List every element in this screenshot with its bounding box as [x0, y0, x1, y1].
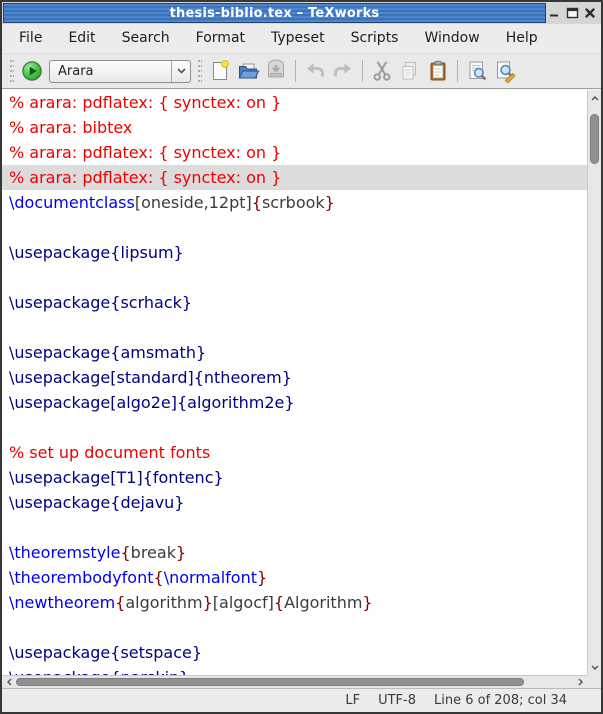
typeset-engine-value: Arara: [50, 64, 171, 79]
save-button[interactable]: [262, 57, 290, 85]
code-line[interactable]: \documentclass[oneside,12pt]{scrbook}: [2, 190, 587, 215]
menubar: File Edit Search Format Typeset Scripts …: [2, 24, 601, 54]
find-replace-button[interactable]: [491, 57, 519, 85]
toolbar-separator: [295, 60, 296, 82]
open-folder-icon: [236, 59, 260, 83]
typeset-play-icon: [21, 60, 43, 82]
code-line[interactable]: [2, 415, 587, 440]
code-line[interactable]: \usepackage{parskip}: [2, 665, 587, 675]
code-line[interactable]: \usepackage{scrhack}: [2, 290, 587, 315]
statusbar: LF UTF-8 Line 6 of 208; col 34: [2, 688, 601, 712]
code-line[interactable]: \usepackage[T1]{fontenc}: [2, 465, 587, 490]
code-line[interactable]: % set up document fonts: [2, 440, 587, 465]
toolbar-separator: [362, 60, 363, 82]
typeset-button[interactable]: [18, 57, 46, 85]
find-replace-icon: [493, 59, 517, 83]
copy-button[interactable]: [396, 57, 424, 85]
menu-typeset[interactable]: Typeset: [258, 24, 338, 53]
code-line[interactable]: \theoremstyle{break}: [2, 540, 587, 565]
horizontal-scrollbar-thumb[interactable]: [16, 678, 524, 686]
code-line[interactable]: [2, 615, 587, 640]
maximize-icon: [566, 7, 579, 19]
encoding-indicator: UTF-8: [378, 693, 416, 708]
texworks-window: thesis-biblio.tex – TeXworks File Edit S…: [0, 0, 603, 714]
typeset-engine-select[interactable]: Arara: [49, 60, 191, 83]
save-icon: [264, 59, 288, 83]
code-line[interactable]: [2, 315, 587, 340]
open-button[interactable]: [234, 57, 262, 85]
maximize-button[interactable]: [564, 5, 580, 21]
menu-scripts[interactable]: Scripts: [338, 24, 412, 53]
menu-edit[interactable]: Edit: [55, 24, 108, 53]
undo-button[interactable]: [301, 57, 329, 85]
vertical-scrollbar[interactable]: [587, 90, 601, 675]
scroll-right-icon[interactable]: [574, 676, 586, 688]
toolbar: Arara: [2, 54, 601, 89]
code-line[interactable]: [2, 515, 587, 540]
menu-search[interactable]: Search: [109, 24, 183, 53]
titlebar[interactable]: thesis-biblio.tex – TeXworks: [2, 2, 601, 24]
close-button[interactable]: [582, 5, 598, 21]
redo-button[interactable]: [329, 57, 357, 85]
scroll-left-icon[interactable]: [3, 676, 15, 688]
combo-arrow[interactable]: [171, 61, 190, 82]
find-button[interactable]: [463, 57, 491, 85]
cut-button[interactable]: [368, 57, 396, 85]
toolbar-drag-handle-2[interactable]: [198, 60, 202, 82]
editor-pane: % arara: pdflatex: { synctex: on }% arar…: [2, 89, 601, 688]
paste-button[interactable]: [424, 57, 452, 85]
scrollbar-corner: [587, 675, 601, 688]
menu-window[interactable]: Window: [411, 24, 492, 53]
code-line[interactable]: % arara: pdflatex: { synctex: on }: [2, 165, 587, 190]
menu-file[interactable]: File: [6, 24, 55, 53]
code-line[interactable]: \usepackage{dejavu}: [2, 490, 587, 515]
code-line[interactable]: \usepackage{amsmath}: [2, 340, 587, 365]
undo-icon: [303, 59, 327, 83]
code-line[interactable]: \newtheorem{algorithm}[algocf]{Algorithm…: [2, 590, 587, 615]
scroll-down-icon[interactable]: [588, 661, 601, 673]
cut-icon: [370, 59, 394, 83]
code-line[interactable]: \usepackage{setspace}: [2, 640, 587, 665]
code-line[interactable]: \usepackage[algo2e]{algorithm2e}: [2, 390, 587, 415]
minimize-button[interactable]: [546, 5, 562, 21]
code-line[interactable]: \theorembodyfont{\normalfont}: [2, 565, 587, 590]
paste-icon: [426, 59, 450, 83]
vertical-scrollbar-thumb[interactable]: [590, 114, 599, 164]
minimize-icon: [548, 7, 560, 19]
cursor-position-indicator: Line 6 of 208; col 34: [434, 693, 567, 708]
find-icon: [465, 59, 489, 83]
window-title: thesis-biblio.tex – TeXworks: [170, 6, 380, 21]
copy-icon: [398, 59, 422, 83]
horizontal-scrollbar[interactable]: [2, 675, 587, 688]
code-line[interactable]: \usepackage{lipsum}: [2, 240, 587, 265]
redo-icon: [331, 59, 355, 83]
title-panel: thesis-biblio.tex – TeXworks: [3, 3, 546, 23]
window-controls: [544, 2, 600, 24]
new-document-button[interactable]: [206, 57, 234, 85]
code-line[interactable]: \usepackage[standard]{ntheorem}: [2, 365, 587, 390]
code-line[interactable]: % arara: pdflatex: { synctex: on }: [2, 140, 587, 165]
code-area[interactable]: % arara: pdflatex: { synctex: on }% arar…: [2, 90, 587, 675]
code-line[interactable]: % arara: pdflatex: { synctex: on }: [2, 90, 587, 115]
toolbar-drag-handle[interactable]: [10, 60, 14, 82]
menu-help[interactable]: Help: [493, 24, 551, 53]
toolbar-separator: [457, 60, 458, 82]
new-document-icon: [208, 59, 232, 83]
code-line[interactable]: [2, 215, 587, 240]
menu-format[interactable]: Format: [183, 24, 258, 53]
close-icon: [584, 7, 596, 19]
combo-chevron-down-icon: [177, 68, 186, 74]
scroll-up-icon[interactable]: [588, 92, 601, 104]
code-line[interactable]: % arara: bibtex: [2, 115, 587, 140]
code-line[interactable]: [2, 265, 587, 290]
line-ending-indicator: LF: [345, 693, 360, 708]
